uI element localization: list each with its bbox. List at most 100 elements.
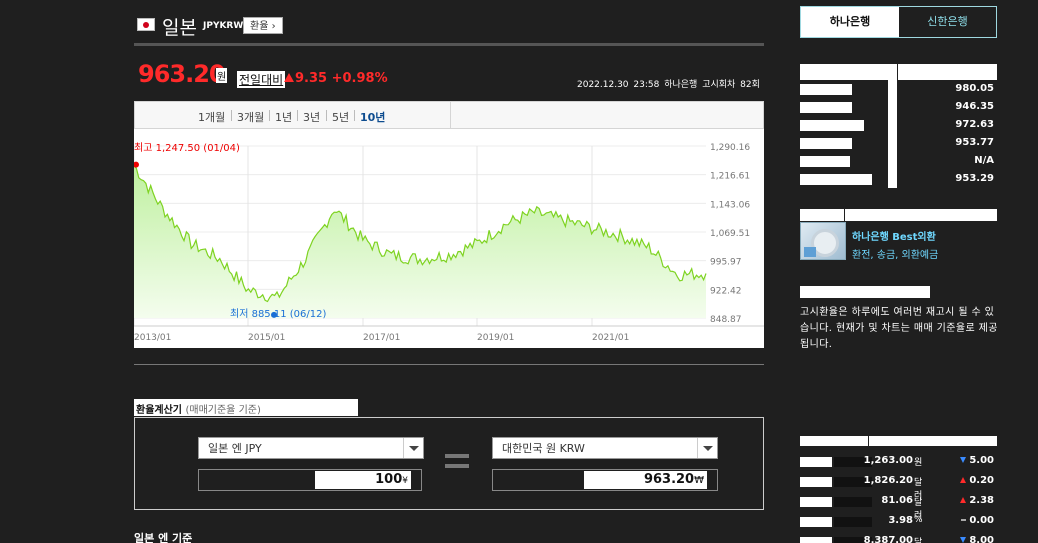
to-amount-input[interactable]: 963.20₩ — [492, 469, 718, 491]
market-unit: 원 — [914, 458, 923, 468]
market-label-block — [800, 497, 832, 507]
market-value: 8,387.00 — [863, 535, 913, 543]
market-delta: 0.00 — [961, 515, 994, 526]
tab-hana-bank[interactable]: 하나은행 — [801, 7, 899, 37]
rate-row: 953.77 — [800, 135, 997, 153]
down-triangle-icon — [960, 537, 967, 543]
market-label-block — [834, 517, 872, 527]
rate-label-block — [800, 156, 850, 167]
chart-panel: 1개월 3개월 1년 3년 5년 10년 1,290.16 1,216.61 1,143.06… — [134, 101, 764, 348]
price-unit: 원 — [216, 68, 228, 83]
market-unit: 달러 — [914, 538, 923, 543]
rate-chart: 1,290.16 1,216.61 1,143.06 1,069.51 995.97 92… — [134, 142, 764, 343]
market-label-block — [800, 517, 832, 527]
tab-period[interactable]: 1년 — [275, 109, 292, 125]
market-row[interactable]: 3.98% 0.00 — [800, 513, 997, 531]
quote-info: 2022.12.30 23:58 하나은행 고시회차 82회 — [577, 80, 760, 90]
calculator-title: 환율계산기 (매매기준율 기준) — [134, 399, 358, 416]
rate-value: 972.63 — [955, 119, 994, 130]
section-divider — [134, 364, 764, 365]
tab-shinhan-bank[interactable]: 신한은행 — [899, 7, 996, 37]
rate-value: 953.77 — [955, 137, 994, 148]
rate-label-block — [800, 120, 864, 131]
prev-day-label: 전일대비 — [237, 71, 286, 88]
tab-period[interactable]: 3년 — [303, 109, 320, 125]
rate-value: N/A — [974, 155, 994, 166]
market-value: 81.06 — [881, 495, 913, 506]
y-tick-label: 1,143.06 — [710, 200, 750, 210]
x-tick-label: 2019/01 — [477, 333, 514, 343]
rate-row: N/A — [800, 153, 997, 171]
rate-row: 953.29 — [800, 171, 997, 189]
down-triangle-icon — [960, 457, 967, 463]
rate-row: 972.63 — [800, 117, 997, 135]
markets-header-bar — [800, 436, 868, 446]
y-tick-label: 1,216.61 — [710, 172, 750, 182]
rate-value: 946.35 — [955, 101, 994, 112]
tab-period[interactable]: 3개월 — [237, 109, 264, 125]
x-tick-label: 2017/01 — [363, 333, 400, 343]
rate-value: 953.29 — [955, 173, 994, 184]
markets-header-bar — [869, 436, 997, 446]
y-tick-label: 922.42 — [710, 286, 742, 296]
yen-standard-heading: 일본 엔 기준 — [134, 532, 193, 543]
equals-icon — [445, 454, 469, 470]
market-label-block — [800, 477, 832, 487]
high-marker — [134, 161, 139, 168]
market-row[interactable]: 8,387.00달러 8.00 — [800, 533, 997, 543]
period-tabs: 1개월 3개월 1년 3년 5년 10년 — [134, 101, 764, 129]
rate-value: 980.05 — [955, 83, 994, 94]
chevron-down-icon — [697, 438, 717, 458]
flat-dash-icon — [961, 519, 967, 521]
market-label-block — [800, 537, 832, 543]
market-value: 1,826.20 — [863, 475, 913, 486]
best-exchange-icon[interactable] — [800, 222, 846, 260]
change-currency-button[interactable]: 환율 › — [243, 17, 283, 34]
market-value: 1,263.00 — [863, 455, 913, 466]
market-delta: 8.00 — [960, 535, 994, 543]
notice-text: 고시환율은 하루에도 여러번 재고시 될 수 있습니다. 현재가 및 차트는 매… — [800, 307, 998, 350]
up-triangle-icon — [284, 73, 294, 82]
market-delta: 0.20 — [960, 475, 994, 486]
rate-label-block — [800, 102, 852, 113]
price-change: 9.35 +0.98% — [284, 71, 388, 86]
rate-label-block — [800, 84, 852, 95]
high-label: 최고 1,247.50 (01/04) — [134, 142, 240, 154]
rate-label-block — [800, 174, 872, 185]
best-exchange-title[interactable]: 하나은행 Best외환 — [852, 228, 936, 243]
tab-period[interactable]: 5년 — [332, 109, 349, 125]
tab-period[interactable]: 1개월 — [198, 109, 225, 125]
market-value: 3.98 — [888, 515, 913, 526]
header-divider — [134, 43, 764, 46]
market-unit: % — [914, 515, 923, 525]
up-triangle-icon — [960, 497, 967, 503]
rate-row: 946.35 — [800, 99, 997, 117]
to-currency-select[interactable]: 대한민국 원 KRW — [492, 437, 718, 459]
market-row[interactable]: 1,263.00 원 5.00 — [800, 453, 997, 471]
from-amount-input[interactable]: 100¥ — [198, 469, 422, 491]
japan-flag-icon — [137, 18, 155, 31]
rate-row: 980.05 — [800, 81, 997, 99]
notice-header-bar — [800, 286, 930, 298]
country-name: 일본 — [162, 17, 197, 39]
chevron-down-icon — [403, 438, 423, 458]
y-tick-label: 995.97 — [710, 258, 742, 268]
area-fill — [134, 165, 706, 318]
y-tick-label: 1,069.51 — [710, 229, 750, 239]
bank-tabs: 하나은행 신한은행 — [800, 6, 997, 38]
market-label-block — [834, 497, 872, 507]
from-currency-select[interactable]: 일본 엔 JPY — [198, 437, 424, 459]
x-tick-label: 2013/01 — [134, 333, 171, 343]
market-delta: 5.00 — [960, 455, 994, 466]
market-row[interactable]: 81.06 달러 2.38 — [800, 493, 997, 521]
x-tick-label: 2015/01 — [248, 333, 285, 343]
low-label: 최저 885.11 (06/12) — [230, 308, 326, 320]
up-triangle-icon — [960, 477, 967, 483]
best-header-bar — [800, 209, 844, 221]
market-row[interactable]: 1,826.20 달러 0.20 — [800, 473, 997, 501]
rates-header-bar — [800, 64, 897, 80]
rates-header-bar — [898, 64, 997, 80]
tab-period[interactable]: 10년 — [360, 109, 385, 125]
best-exchange-subtitle[interactable]: 환전, 송금, 외환예금 — [852, 246, 938, 261]
market-delta: 2.38 — [960, 495, 994, 506]
